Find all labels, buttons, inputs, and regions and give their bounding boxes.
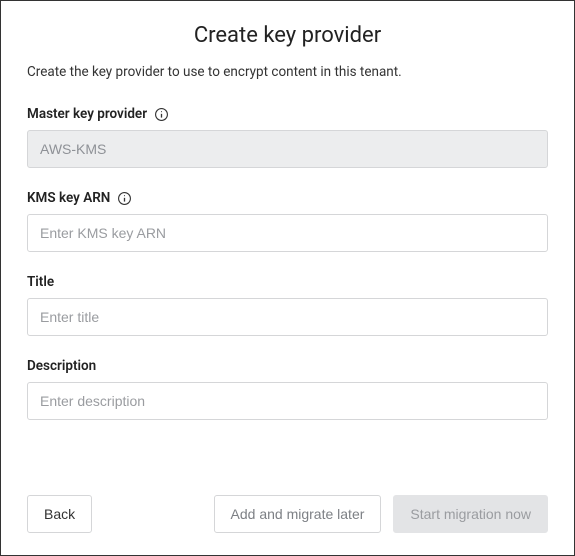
master-key-provider-input: [27, 130, 548, 168]
field-master-key-provider: Master key provider: [27, 106, 548, 168]
description-input[interactable]: [27, 382, 548, 420]
kms-key-arn-input[interactable]: [27, 214, 548, 252]
field-description: Description: [27, 358, 548, 420]
description-label: Description: [27, 358, 96, 374]
field-kms-key-arn: KMS key ARN: [27, 190, 548, 252]
start-migration-now-button[interactable]: Start migration now: [393, 495, 548, 533]
info-icon[interactable]: [154, 107, 169, 122]
add-and-migrate-later-button[interactable]: Add and migrate later: [214, 495, 382, 533]
title-label: Title: [27, 274, 54, 290]
dialog-footer: Back Add and migrate later Start migrati…: [27, 485, 548, 533]
dialog-subtitle: Create the key provider to use to encryp…: [27, 64, 548, 80]
title-input[interactable]: [27, 298, 548, 336]
kms-key-arn-label: KMS key ARN: [27, 190, 110, 206]
info-icon[interactable]: [117, 191, 132, 206]
dialog-title: Create key provider: [27, 23, 548, 48]
master-key-provider-label: Master key provider: [27, 106, 147, 122]
back-button[interactable]: Back: [27, 495, 92, 533]
create-key-provider-dialog: Create key provider Create the key provi…: [0, 0, 575, 556]
field-title: Title: [27, 274, 548, 336]
